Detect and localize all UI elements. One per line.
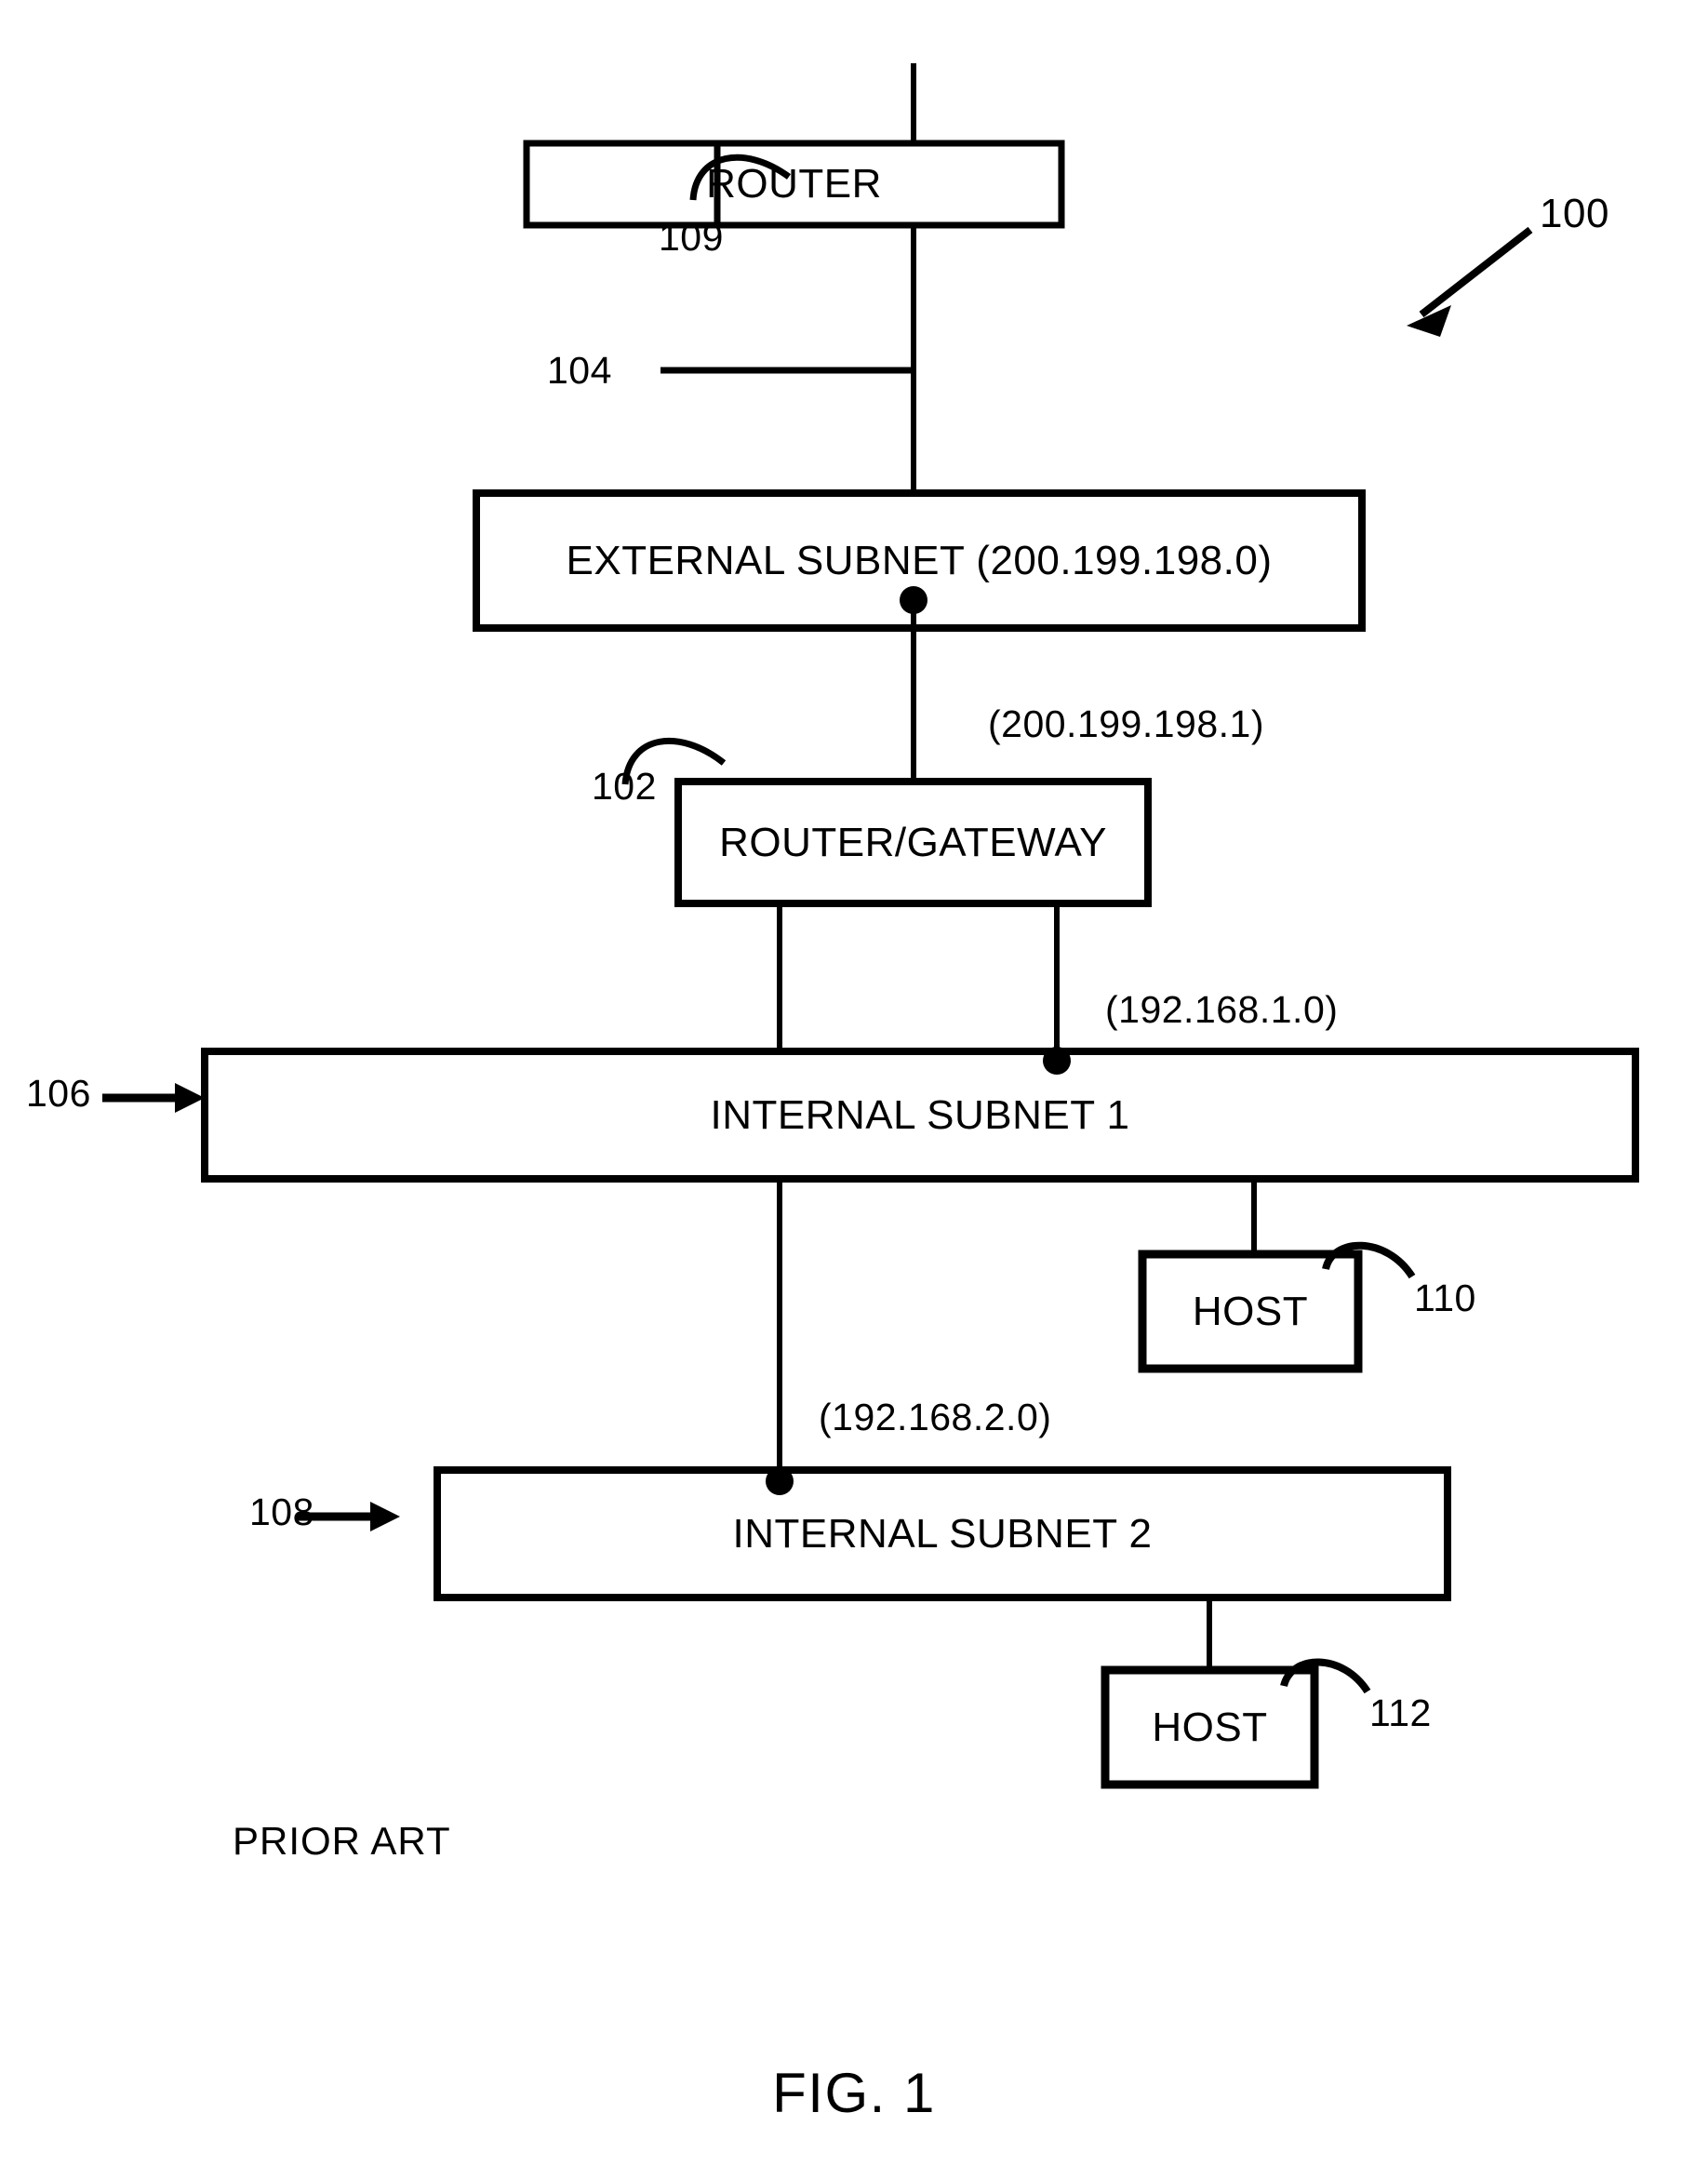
host-2-box-label: HOST	[1152, 1704, 1268, 1750]
router-box-label: ROUTER	[706, 161, 882, 207]
figure-title: FIG. 1	[772, 2062, 936, 2124]
leader-108-arrowhead	[370, 1502, 400, 1531]
reference-numeral-104: 104	[547, 349, 612, 392]
reference-numeral-102: 102	[592, 765, 657, 808]
internal-subnet-1-box-label: INTERNAL SUBNET 1	[710, 1091, 1130, 1138]
internal-subnet-1-network-label: (192.168.1.0)	[1105, 988, 1339, 1031]
reference-numeral-110: 110	[1414, 1277, 1476, 1319]
leader-106-arrowhead	[175, 1083, 205, 1113]
reference-numeral-106: 106	[26, 1072, 91, 1115]
reference-numeral-109: 109	[659, 216, 724, 259]
reference-numeral-100: 100	[1540, 191, 1609, 236]
host-1-box-label: HOST	[1192, 1288, 1309, 1334]
internal-subnet-2-network-label: (192.168.2.0)	[819, 1396, 1052, 1438]
patent-figure-page: ROUTER EXTERNAL SUBNET (200.199.198.0) R…	[0, 0, 1708, 2166]
internal-subnet-2-box-label: INTERNAL SUBNET 2	[732, 1510, 1153, 1557]
external-subnet-box-label: EXTERNAL SUBNET (200.199.198.0)	[566, 537, 1273, 583]
gateway-external-ip-label: (200.199.198.1)	[988, 702, 1265, 745]
reference-numeral-108: 108	[249, 1491, 314, 1533]
leader-100-shaft	[1419, 226, 1533, 318]
reference-numeral-112: 112	[1369, 1691, 1432, 1734]
prior-art-caption: PRIOR ART	[233, 1819, 451, 1863]
router-gateway-box-label: ROUTER/GATEWAY	[719, 819, 1107, 865]
